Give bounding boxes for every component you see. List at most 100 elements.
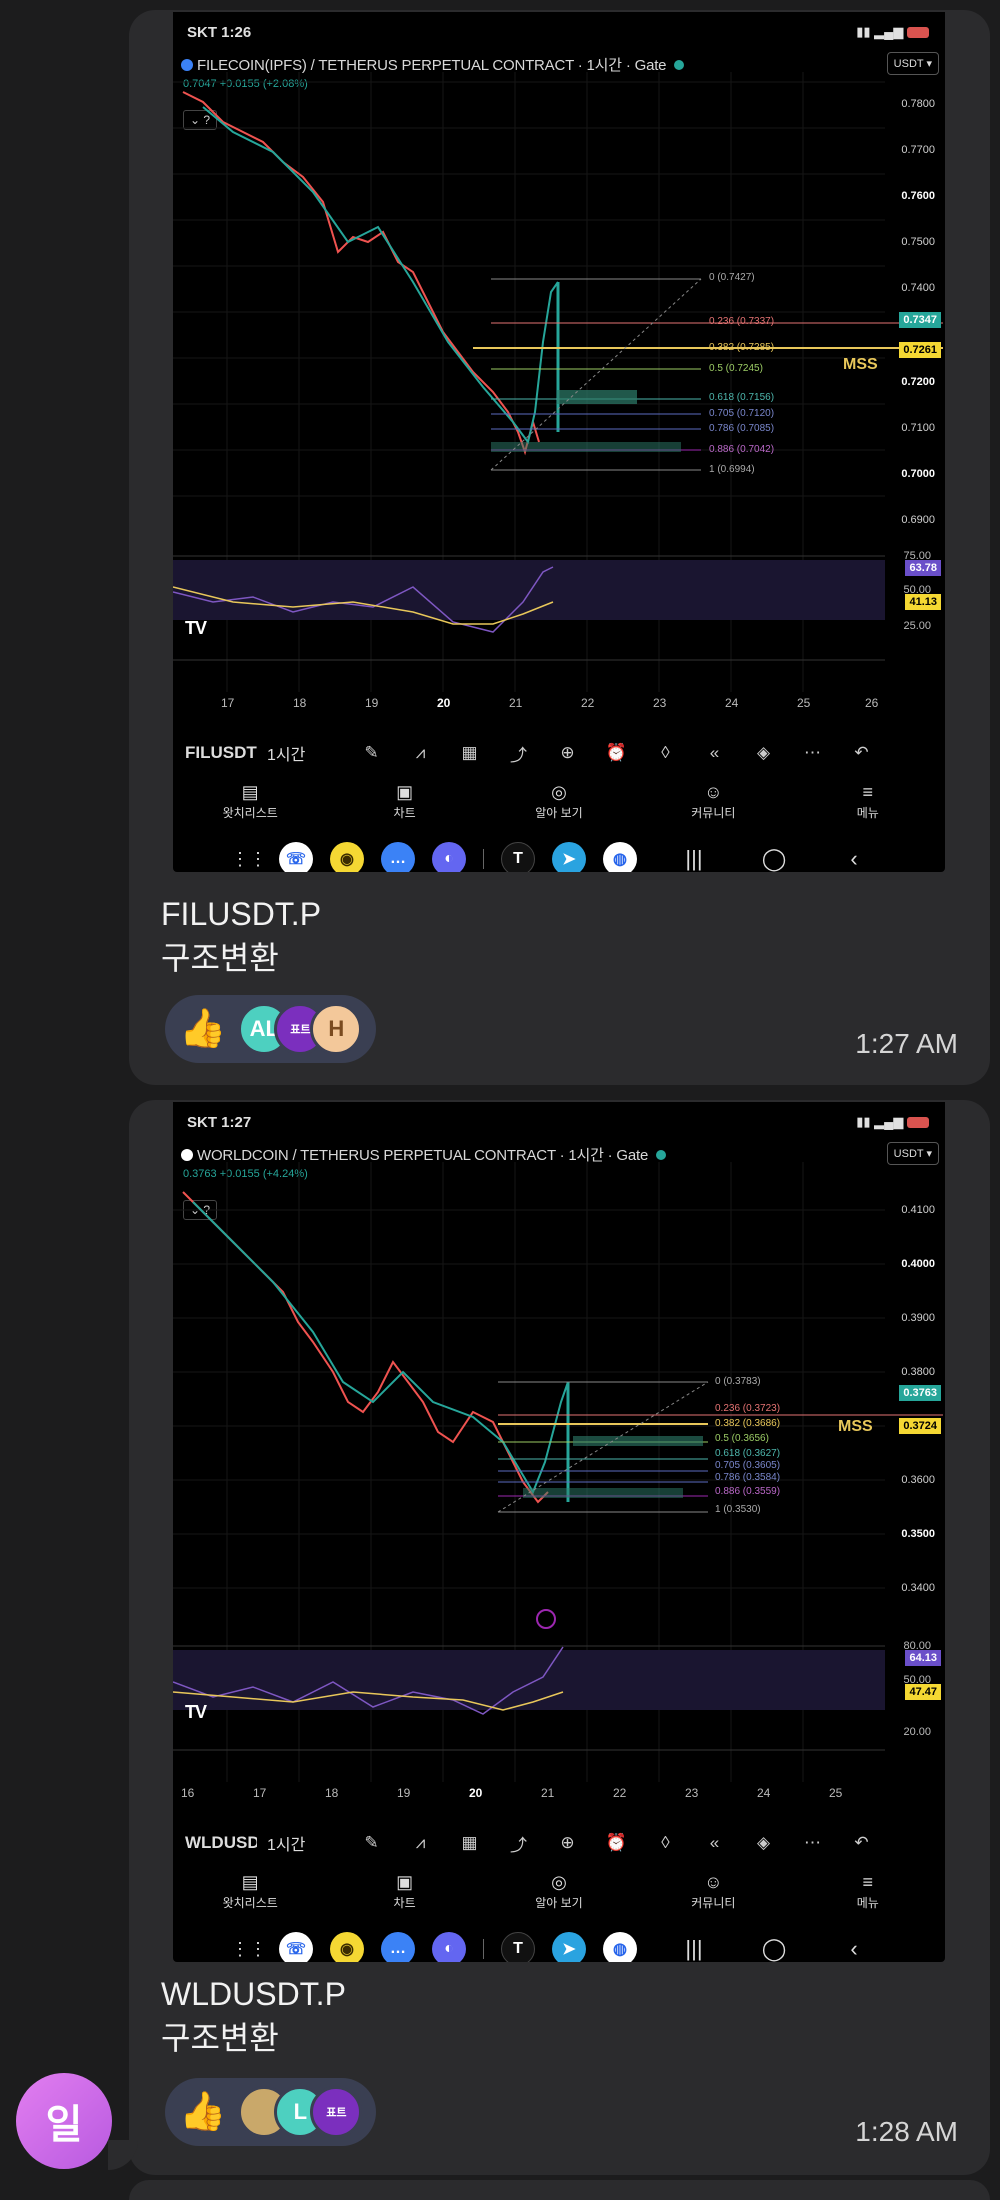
nav-label: 차트 — [393, 806, 416, 820]
message-line: 구조변환 — [161, 940, 279, 976]
grid-icon[interactable]: ▦ — [445, 743, 494, 763]
recent-apps-icon[interactable]: ||| — [654, 846, 734, 872]
nav-label: 왓치리스트 — [222, 1896, 278, 1910]
rsi-axis-label: 20.00 — [903, 1726, 931, 1738]
fib-label: 0.618 (0.7156) — [709, 392, 775, 403]
app-icon[interactable]: ◍ — [603, 842, 637, 872]
telegram-app-icon[interactable]: ➤ — [552, 1932, 586, 1962]
nav-community[interactable]: ☺ 커뮤니티 — [643, 1872, 783, 1924]
reactor-avatar[interactable]: 표트 — [310, 2086, 363, 2138]
time-axis-label: 24 — [725, 696, 739, 710]
nav-explore[interactable]: ◎ 알아 보기 — [489, 1872, 629, 1924]
screenshot-image[interactable]: SKT 1:27 ▮▮ ▂▄▆ WORLDCOIN / TETHERUS PER… — [173, 1102, 945, 1962]
phone-app-icon[interactable]: ☏ — [279, 1932, 313, 1962]
compare-icon[interactable]: ◊ — [641, 743, 690, 763]
undo-icon[interactable]: ↶ — [837, 1833, 886, 1853]
nav-watchlist[interactable]: ▤ 왓치리스트 — [180, 782, 320, 834]
rewind-icon[interactable]: « — [690, 1833, 739, 1853]
reaction-bar[interactable]: 👍 AL 표트 H — [165, 995, 377, 1063]
time-axis-label: 19 — [397, 1786, 411, 1800]
fib-label: 0.5 (0.3656) — [715, 1433, 769, 1444]
app-icon[interactable]: ◍ — [603, 1932, 637, 1962]
price-axis-label: 0.3800 — [901, 1366, 935, 1378]
add-icon[interactable]: ⊕ — [543, 1833, 592, 1853]
kakaotalk-app-icon[interactable]: ◉ — [330, 1932, 364, 1962]
interval-label[interactable]: 1시간 — [267, 741, 347, 765]
nav-label: 커뮤니티 — [691, 806, 736, 820]
message-bubble[interactable]: SKT 1:26 ▮▮ ▂▄▆ FILECOIN(IPFS) / TETHERU… — [129, 10, 990, 1085]
thumbs-up-icon[interactable]: 👍 — [179, 2090, 226, 2134]
browser-app-icon[interactable]: ◐ — [432, 1932, 466, 1962]
interval-label[interactable]: 1시간 — [267, 1831, 347, 1855]
time-axis-label: 25 — [797, 696, 811, 710]
tradingview-app-icon[interactable]: T — [501, 1932, 535, 1962]
more-icon[interactable]: ⋯ — [788, 743, 837, 763]
telegram-app-icon[interactable]: ➤ — [552, 842, 586, 872]
symbol-label[interactable]: FILUSDT — [185, 743, 257, 763]
browser-app-icon[interactable]: ◐ — [432, 842, 466, 872]
trend-icon[interactable]: ⤴ — [494, 741, 543, 766]
time-axis-label: 21 — [541, 1786, 555, 1800]
time-axis-label: 20 — [437, 696, 451, 710]
back-icon[interactable]: ‹ — [814, 1936, 894, 1962]
nav-menu[interactable]: ≡ 메뉴 — [798, 782, 938, 834]
layers-icon[interactable]: ◈ — [739, 743, 788, 763]
nav-chart[interactable]: ▣ 차트 — [335, 782, 475, 834]
reactor-avatar[interactable]: H — [310, 1003, 363, 1055]
nav-chart[interactable]: ▣ 차트 — [335, 1872, 475, 1924]
time-axis-label: 25 — [829, 1786, 843, 1800]
price-axis-label: 0.7400 — [901, 282, 935, 294]
time-axis-label: 18 — [325, 1786, 339, 1800]
fib-label: 0.382 (0.3686) — [715, 1418, 781, 1429]
chart-toolbar: WLDUSD 1시간 ✎ ⩘ ▦ ⤴ ⊕ ⏰ ◊ « ◈ ⋯ ↶ — [173, 1818, 945, 1868]
more-icon[interactable]: ⋯ — [788, 1833, 837, 1853]
pen-icon[interactable]: ✎ — [347, 1833, 396, 1853]
back-icon[interactable]: ‹ — [814, 846, 894, 872]
apps-grid-icon[interactable]: ⋮⋮ — [231, 1939, 267, 1960]
pen-icon[interactable]: ✎ — [347, 743, 396, 763]
symbol-label[interactable]: WLDUSD — [185, 1833, 257, 1853]
messages-app-icon[interactable]: … — [381, 1932, 415, 1962]
nav-label: 메뉴 — [856, 1896, 879, 1910]
undo-icon[interactable]: ↶ — [837, 743, 886, 763]
indicator-icon[interactable]: ⩘ — [396, 1833, 445, 1853]
thumbs-up-icon[interactable]: 👍 — [179, 1007, 226, 1051]
messages-app-icon[interactable]: … — [381, 842, 415, 872]
nav-menu[interactable]: ≡ 메뉴 — [798, 1872, 938, 1924]
fib-label: 0.382 (0.7285) — [709, 342, 775, 353]
alarm-icon[interactable]: ⏰ — [592, 743, 641, 763]
nav-explore[interactable]: ◎ 알아 보기 — [489, 782, 629, 834]
nav-label: 알아 보기 — [535, 1896, 583, 1910]
nav-label: 커뮤니티 — [691, 1896, 736, 1910]
home-icon[interactable]: ◯ — [734, 1936, 814, 1962]
sender-avatar[interactable]: 일 — [16, 2073, 112, 2169]
tradingview-app-icon[interactable]: T — [501, 842, 535, 872]
indicator-icon[interactable]: ⩘ — [396, 743, 445, 763]
recent-apps-icon[interactable]: ||| — [654, 1936, 734, 1962]
reaction-bar[interactable]: 👍 L 표트 — [165, 2078, 377, 2146]
time-axis-label: 18 — [293, 696, 307, 710]
message-bubble-partial[interactable] — [129, 2180, 990, 2200]
rewind-icon[interactable]: « — [690, 743, 739, 763]
apps-grid-icon[interactable]: ⋮⋮ — [231, 849, 267, 870]
fib-label: 0.705 (0.7120) — [709, 408, 775, 419]
rsi-tag: 41.13 — [905, 594, 941, 610]
alarm-icon[interactable]: ⏰ — [592, 1833, 641, 1853]
kakaotalk-app-icon[interactable]: ◉ — [330, 842, 364, 872]
app-nav: ▤ 왓치리스트 ▣ 차트 ◎ 알아 보기 ☺ 커뮤니티 ≡ 메뉴 — [173, 1872, 945, 1924]
home-icon[interactable]: ◯ — [734, 846, 814, 872]
screenshot-image[interactable]: SKT 1:26 ▮▮ ▂▄▆ FILECOIN(IPFS) / TETHERU… — [173, 12, 945, 872]
compare-icon[interactable]: ◊ — [641, 1833, 690, 1853]
chart-icon: ▣ — [396, 1872, 414, 1892]
add-icon[interactable]: ⊕ — [543, 743, 592, 763]
trend-icon[interactable]: ⤴ — [494, 1831, 543, 1856]
phone-app-icon[interactable]: ☏ — [279, 842, 313, 872]
price-axis-label: 0.7200 — [901, 376, 935, 388]
nav-community[interactable]: ☺ 커뮤니티 — [643, 782, 783, 834]
nav-watchlist[interactable]: ▤ 왓치리스트 — [180, 1872, 320, 1924]
message-bubble[interactable]: SKT 1:27 ▮▮ ▂▄▆ WORLDCOIN / TETHERUS PER… — [129, 1100, 990, 2175]
message-time: 1:28 AM — [855, 2116, 958, 2147]
layers-icon[interactable]: ◈ — [739, 1833, 788, 1853]
grid-icon[interactable]: ▦ — [445, 1833, 494, 1853]
message-line: FILUSDT.P — [161, 896, 322, 932]
